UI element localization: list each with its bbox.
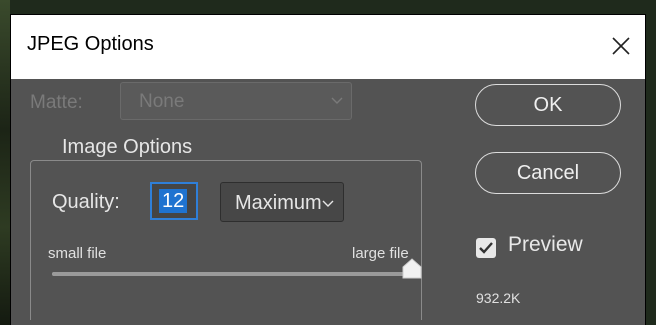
preview-checkbox[interactable] [476, 238, 496, 258]
file-size-readout: 932.2K [476, 290, 521, 306]
ok-button[interactable]: OK [475, 84, 621, 126]
cancel-button[interactable]: Cancel [475, 152, 621, 194]
quality-label: Quality: [52, 191, 120, 213]
quality-preset-select[interactable]: Maximum [220, 182, 344, 222]
quality-slider-fill [52, 272, 412, 276]
checkmark-icon [479, 242, 493, 254]
close-button[interactable] [606, 31, 636, 61]
matte-select[interactable]: None [120, 82, 352, 120]
quality-slider[interactable] [52, 258, 422, 279]
preview-label[interactable]: Preview [508, 233, 583, 257]
quality-input[interactable]: 12 [150, 182, 198, 220]
image-options-title: Image Options [52, 136, 203, 159]
chevron-down-icon [322, 200, 334, 207]
chevron-down-icon [331, 97, 343, 104]
close-icon [612, 37, 630, 55]
background-image [0, 0, 10, 325]
matte-select-value: None [139, 91, 185, 112]
dialog-title: JPEG Options [27, 33, 154, 55]
slider-min-label: small file [48, 245, 107, 262]
title-bar: JPEG Options [11, 15, 645, 79]
quality-input-value: 12 [159, 189, 188, 213]
quality-preset-value: Maximum [235, 192, 322, 214]
slider-thumb-icon[interactable] [401, 258, 423, 280]
matte-label: Matte: [30, 92, 83, 113]
